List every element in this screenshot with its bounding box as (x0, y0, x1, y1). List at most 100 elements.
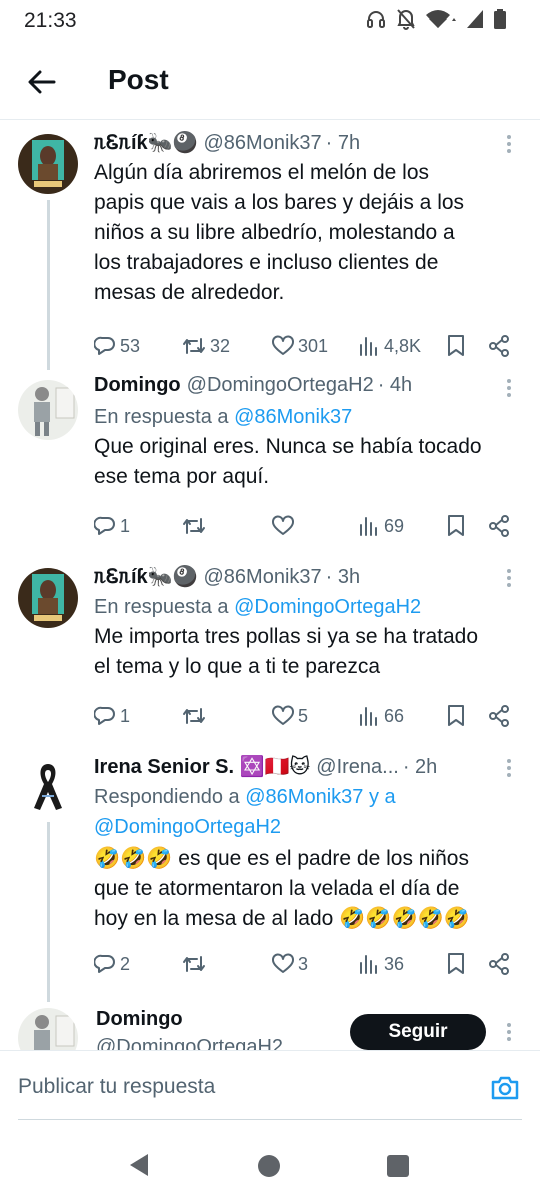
system-home-button[interactable] (258, 1155, 280, 1177)
like-button[interactable]: 3 (272, 948, 308, 980)
repost-button[interactable] (182, 700, 210, 732)
reply-composer: Publicar tu respuesta (0, 1050, 540, 1136)
user-handle[interactable]: @DomingoOrtegaH2 (187, 374, 374, 397)
bookmark-icon (448, 335, 464, 356)
tweet-text-line: 🤣🤣🤣 es que es el padre de los niños (94, 847, 469, 870)
back-button[interactable] (22, 62, 62, 102)
camera-button[interactable] (490, 1075, 520, 1106)
user-handle[interactable]: @DomingoOrtegaH2 (96, 1036, 283, 1050)
views-button[interactable]: 4,8K (358, 330, 421, 362)
display-name[interactable]: Domingo (94, 374, 181, 397)
display-name[interactable]: Irena Senior S. ✡️🇵🇪🐱 (94, 754, 310, 779)
views-button[interactable]: 66 (358, 700, 404, 732)
repost-icon (183, 956, 205, 972)
post-time[interactable]: · 7h (326, 132, 360, 155)
tweet-text: Que original eres. Nunca se había tocado… (94, 432, 520, 492)
like-button[interactable] (272, 510, 298, 542)
bookmark-icon (448, 705, 464, 726)
bookmark-button[interactable] (446, 948, 466, 980)
bookmark-button[interactable] (446, 330, 466, 362)
tweet-text: 🤣🤣🤣 es que es el padre de los niños que … (94, 844, 520, 934)
share-button[interactable] (488, 330, 510, 362)
mention-link[interactable]: @DomingoOrtegaH2 (234, 596, 421, 618)
heart-icon (272, 335, 294, 355)
heart-icon (272, 515, 294, 535)
post-time[interactable]: · 3h (326, 566, 360, 589)
avatar[interactable] (18, 568, 78, 628)
display-name[interactable]: Domingo (96, 1008, 183, 1031)
like-count: 301 (298, 335, 329, 356)
post-time[interactable]: · 4h (378, 374, 412, 397)
bookmark-icon (448, 953, 464, 974)
tweet[interactable]: Domingo @DomingoOrtegaH2 Seguir (0, 1002, 540, 1050)
repost-button[interactable] (182, 948, 210, 980)
repost-button[interactable] (182, 510, 210, 542)
system-navigation-bar (0, 1136, 540, 1200)
reply-button[interactable]: 2 (94, 948, 130, 980)
replying-to: En respuesta a @86Monik37 (94, 402, 520, 432)
more-options-button[interactable] (498, 1018, 520, 1046)
mention-link[interactable]: @DomingoOrtegaH2 (94, 812, 520, 842)
repost-button[interactable]: 32 (182, 330, 230, 362)
tweet[interactable]: ᥰᏋᥰíƙ🐜🎱 @86Monik37 · 3h En respuesta a @… (0, 562, 540, 752)
thread-line (47, 200, 50, 370)
views-icon (360, 955, 377, 974)
avatar[interactable] (18, 1008, 78, 1050)
mention-link[interactable]: @86Monik37 (234, 406, 352, 428)
follow-button[interactable]: Seguir (350, 1014, 486, 1050)
tweet[interactable]: ᥰᏋᥰíƙ🐜🎱 @86Monik37 · 7h Algún día abrire… (0, 130, 540, 370)
post-time[interactable]: · 2h (403, 756, 437, 779)
reply-icon (94, 336, 115, 355)
tweet-text-line: ese tema por aquí. (94, 465, 270, 488)
views-button[interactable]: 36 (358, 948, 404, 980)
system-recents-button[interactable] (387, 1155, 409, 1177)
conversation-thread[interactable]: ᥰᏋᥰíƙ🐜🎱 @86Monik37 · 7h Algún día abrire… (0, 120, 540, 1050)
avatar[interactable] (18, 134, 78, 194)
user-handle[interactable]: @86Monik37 (203, 566, 321, 589)
like-button[interactable]: 301 (272, 330, 328, 362)
share-button[interactable] (488, 700, 510, 732)
reply-button[interactable]: 53 (94, 330, 140, 362)
more-options-button[interactable] (498, 564, 520, 592)
status-bar: 21:33 (0, 0, 540, 42)
views-count: 66 (384, 705, 405, 726)
display-name[interactable]: ᥰᏋᥰíƙ🐜🎱 (94, 130, 197, 155)
display-name[interactable]: ᥰᏋᥰíƙ🐜🎱 (94, 564, 197, 589)
reply-count: 2 (120, 953, 131, 974)
avatar[interactable] (18, 756, 78, 816)
views-count: 69 (384, 515, 405, 536)
mention-link[interactable]: @86Monik37 y a (245, 786, 395, 808)
share-button[interactable] (488, 510, 510, 542)
reply-input[interactable]: Publicar tu respuesta (18, 1075, 215, 1099)
battery-icon (494, 9, 506, 29)
triangle-back-icon (130, 1154, 148, 1176)
user-handle[interactable]: @Irena... (316, 756, 399, 779)
repost-count: 32 (210, 335, 231, 356)
like-button[interactable]: 5 (272, 700, 308, 732)
bookmark-button[interactable] (446, 700, 466, 732)
tweet-text-line: papis que vais a los bares y dejáis a lo… (94, 191, 465, 214)
reply-button[interactable]: 1 (94, 700, 130, 732)
tweet-text-line: hoy en la mesa de al lado 🤣🤣🤣🤣🤣 (94, 907, 470, 930)
share-button[interactable] (488, 948, 510, 980)
tweet[interactable]: Domingo @DomingoOrtegaH2 · 4h En respues… (0, 370, 540, 562)
reply-button[interactable]: 1 (94, 510, 130, 542)
reply-count: 1 (120, 515, 131, 536)
views-button[interactable]: 69 (358, 510, 404, 542)
tweet[interactable]: Irena Senior S. ✡️🇵🇪🐱 @Irena... · 2h Res… (0, 752, 540, 1002)
views-icon (360, 337, 377, 356)
status-time: 21:33 (24, 9, 77, 32)
tweet-text: Me importa tres pollas si ya se ha trata… (94, 622, 520, 682)
bookmark-button[interactable] (446, 510, 466, 542)
more-options-button[interactable] (498, 130, 520, 158)
status-icons (366, 8, 506, 30)
system-back-button[interactable] (128, 1152, 150, 1183)
mourning-ribbon-icon (18, 756, 78, 816)
avatar[interactable] (18, 380, 78, 440)
reply-icon (94, 954, 115, 973)
reply-icon (94, 516, 115, 535)
user-handle[interactable]: @86Monik37 (203, 132, 321, 155)
more-options-button[interactable] (498, 374, 520, 402)
more-options-button[interactable] (498, 754, 520, 782)
views-icon (360, 517, 377, 536)
